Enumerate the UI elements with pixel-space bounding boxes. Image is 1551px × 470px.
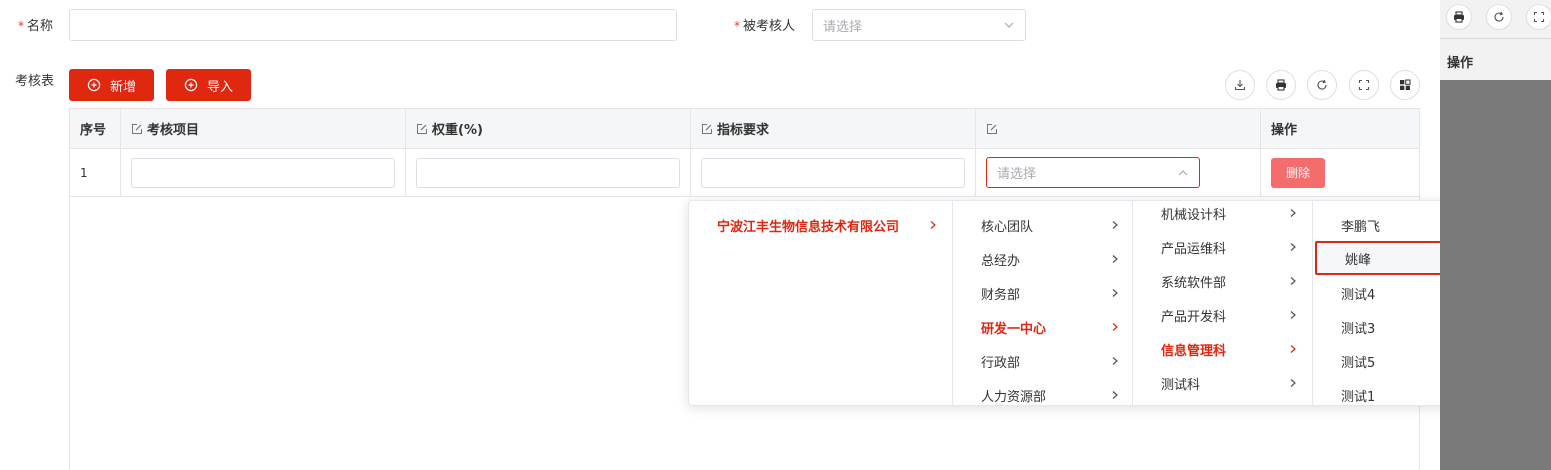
side-panel-overlay: 操作	[1440, 0, 1551, 470]
delete-button[interactable]: 删除	[1271, 157, 1325, 188]
cascader-option-company[interactable]: 宁波江丰生物信息技术有限公司	[689, 208, 952, 242]
cascader-dropdown: 宁波江丰生物信息技术有限公司 核心团队 总经办 财务部 研发一中心 行政部 人力…	[688, 200, 1493, 406]
download-icon	[1234, 80, 1246, 91]
weight-input[interactable]	[416, 157, 680, 188]
chevron-right-icon	[1290, 379, 1296, 387]
chevron-right-icon	[1290, 209, 1296, 217]
cascader-option-section[interactable]: 产品运维科	[1133, 230, 1312, 264]
chevron-right-icon	[1290, 311, 1296, 319]
item-cell	[120, 149, 405, 196]
chevron-right-icon	[1112, 289, 1118, 297]
assessee-cell: 请选择	[975, 149, 1260, 196]
weight-cell	[405, 149, 690, 196]
grid-icon	[1400, 79, 1411, 90]
chevron-down-icon	[1004, 22, 1014, 28]
requirement-cell	[690, 149, 975, 196]
chevron-right-icon	[1112, 357, 1118, 365]
chevron-right-icon	[1290, 345, 1296, 353]
edit-icon	[702, 123, 712, 134]
requirement-input[interactable]	[701, 157, 965, 188]
header-index: 序号	[70, 109, 120, 149]
side-panel-header: 操作	[1440, 0, 1551, 80]
cascader-option-department[interactable]: 总经办	[953, 242, 1132, 276]
cascader-option-section[interactable]: 测试科	[1133, 366, 1312, 400]
chevron-right-icon	[1112, 391, 1118, 399]
chevron-up-icon	[1178, 169, 1188, 175]
cascader-column-department: 核心团队 总经办 财务部 研发一中心 行政部 人力资源部	[952, 201, 1132, 405]
chevron-right-icon	[1290, 243, 1296, 251]
refresh-icon	[1317, 79, 1327, 90]
cascader-option-section[interactable]: 机械设计科	[1133, 196, 1312, 230]
print-button[interactable]	[1266, 70, 1296, 100]
chevron-right-icon	[1112, 323, 1118, 331]
import-button[interactable]: 导入	[166, 69, 251, 101]
row-assessee-select[interactable]: 请选择	[986, 157, 1200, 188]
refresh-button[interactable]	[1307, 70, 1337, 100]
header-weight: 权重(%)	[405, 109, 690, 149]
cascader-option-section[interactable]: 信息管理科	[1133, 332, 1312, 366]
header-item: 考核项目	[120, 109, 405, 149]
name-input[interactable]	[69, 9, 677, 41]
header-assessee	[975, 109, 1260, 149]
assessee-select[interactable]: 请选择	[812, 9, 1026, 41]
print-icon	[1276, 79, 1286, 91]
cascader-option-department[interactable]: 行政部	[953, 344, 1132, 378]
cascader-option-department[interactable]: 财务部	[953, 276, 1132, 310]
fullscreen-icon	[1358, 79, 1370, 91]
cascader-option-department[interactable]: 核心团队	[953, 208, 1132, 242]
header-actions: 操作	[1260, 109, 1419, 149]
edit-icon	[417, 123, 427, 134]
item-input[interactable]	[131, 157, 395, 188]
side-refresh-button[interactable]	[1486, 4, 1512, 30]
plus-circle-icon	[184, 78, 198, 92]
chevron-right-icon	[1112, 255, 1118, 263]
cascader-option-department[interactable]: 人力资源部	[953, 378, 1132, 412]
table-header: 序号 考核项目 权重(%) 指标要求 操作	[70, 109, 1419, 149]
fullscreen-icon	[1533, 11, 1545, 23]
side-fullscreen-button[interactable]	[1526, 4, 1551, 30]
cascader-column-company: 宁波江丰生物信息技术有限公司	[689, 201, 952, 405]
header-requirement: 指标要求	[690, 109, 975, 149]
chevron-right-icon	[1290, 277, 1296, 285]
actions-cell: 删除	[1260, 149, 1419, 196]
table-row: 1 请选择 删除	[70, 149, 1419, 197]
chevron-right-icon	[1112, 221, 1118, 229]
side-divider	[1440, 38, 1551, 39]
print-icon	[1454, 11, 1464, 23]
side-print-button[interactable]	[1446, 4, 1472, 30]
assessment-table-label: 考核表	[15, 74, 55, 89]
cascader-option-department[interactable]: 研发一中心	[953, 310, 1132, 344]
row-index: 1	[80, 165, 88, 180]
edit-icon	[987, 123, 997, 134]
add-button[interactable]: 新增	[69, 69, 154, 101]
column-settings-button[interactable]	[1390, 70, 1420, 100]
side-panel-actions-label: 操作	[1447, 56, 1474, 71]
assessee-label: * 被考核人	[734, 19, 796, 34]
download-button[interactable]	[1225, 70, 1255, 100]
edit-icon	[132, 123, 142, 134]
cascader-column-section: 机械设计科 产品运维科 系统软件部 产品开发科 信息管理科 测试科	[1132, 201, 1312, 405]
cascader-option-section[interactable]: 系统软件部	[1133, 264, 1312, 298]
name-label: * 名称	[18, 19, 54, 34]
plus-circle-icon	[87, 78, 101, 92]
cascader-option-section[interactable]: 产品开发科	[1133, 298, 1312, 332]
chevron-right-icon	[930, 221, 936, 229]
refresh-icon	[1494, 11, 1504, 22]
fullscreen-button[interactable]	[1349, 70, 1379, 100]
